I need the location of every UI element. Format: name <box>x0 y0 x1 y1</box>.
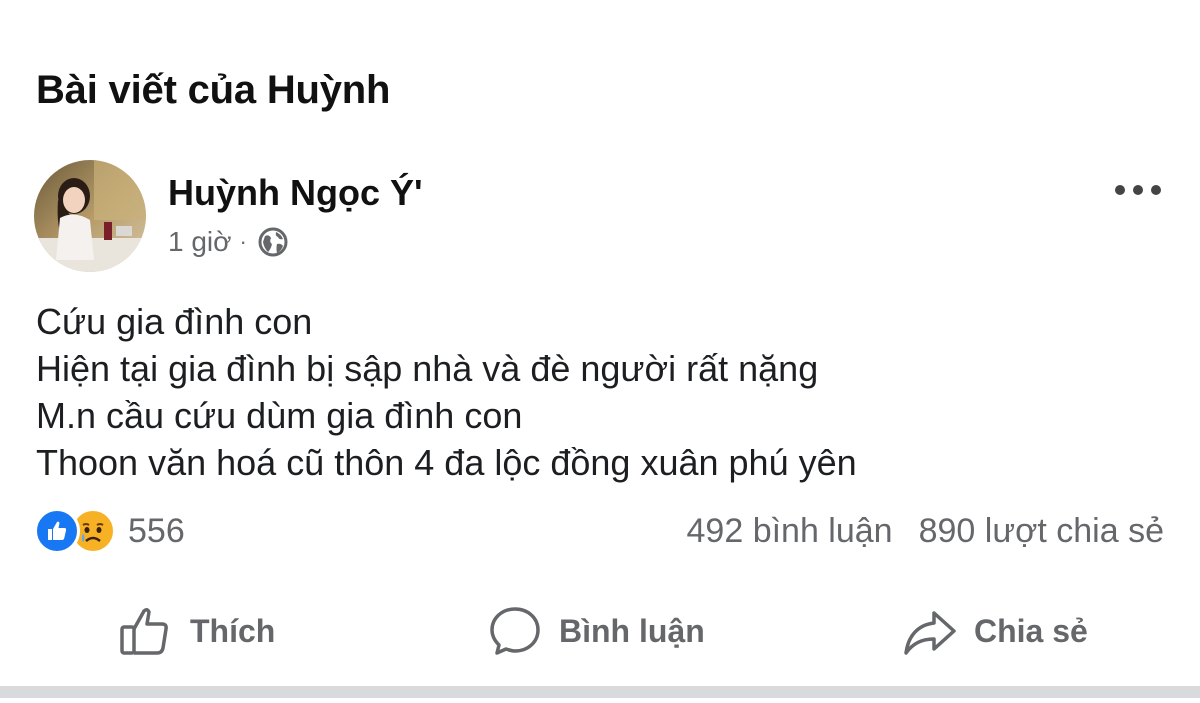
comment-label: Bình luận <box>559 612 705 649</box>
post-line: Cứu gia đình con <box>36 301 313 342</box>
author-name[interactable]: Huỳnh Ngọc Ý' <box>168 172 423 214</box>
share-button[interactable]: Chia sẻ <box>902 596 1088 666</box>
more-icon <box>1115 185 1161 195</box>
comment-icon <box>490 607 540 655</box>
post-line: Thoon văn hoá cũ thôn 4 đa lộc đồng xuân… <box>36 442 857 483</box>
divider <box>0 686 1200 698</box>
reactions-summary[interactable]: 556 <box>34 508 185 554</box>
meta-separator: · <box>239 229 247 254</box>
post-time[interactable]: 1 giờ <box>168 226 232 258</box>
post-line: Hiện tại gia đình bị sập nhà và đè người… <box>36 348 819 389</box>
globe-icon[interactable] <box>257 226 289 258</box>
post-line: M.n cầu cứu dùm gia đình con <box>36 395 523 436</box>
post-body: Cứu gia đình con Hiện tại gia đình bị sậ… <box>36 298 1166 486</box>
more-options-button[interactable] <box>1110 176 1166 204</box>
action-bar: Thích Bình luận Chia sẻ <box>0 596 1200 666</box>
comment-button[interactable]: Bình luận <box>487 596 705 666</box>
profile-photo <box>34 160 146 272</box>
like-label: Thích <box>190 612 276 649</box>
reaction-count: 556 <box>128 511 185 550</box>
share-count[interactable]: 890 lượt chia sẻ <box>919 512 1164 551</box>
post-meta: 1 giờ · <box>168 226 289 258</box>
share-icon <box>904 611 956 655</box>
thumbs-up-icon <box>120 607 168 655</box>
page-title: Bài viết của Huỳnh <box>36 68 391 112</box>
like-button[interactable]: Thích <box>118 596 275 666</box>
post-stats: 492 bình luận 890 lượt chia sẻ <box>687 512 1164 551</box>
share-label: Chia sẻ <box>974 612 1088 649</box>
like-icon <box>34 508 80 554</box>
avatar[interactable] <box>34 160 146 272</box>
comment-count[interactable]: 492 bình luận <box>687 512 893 551</box>
